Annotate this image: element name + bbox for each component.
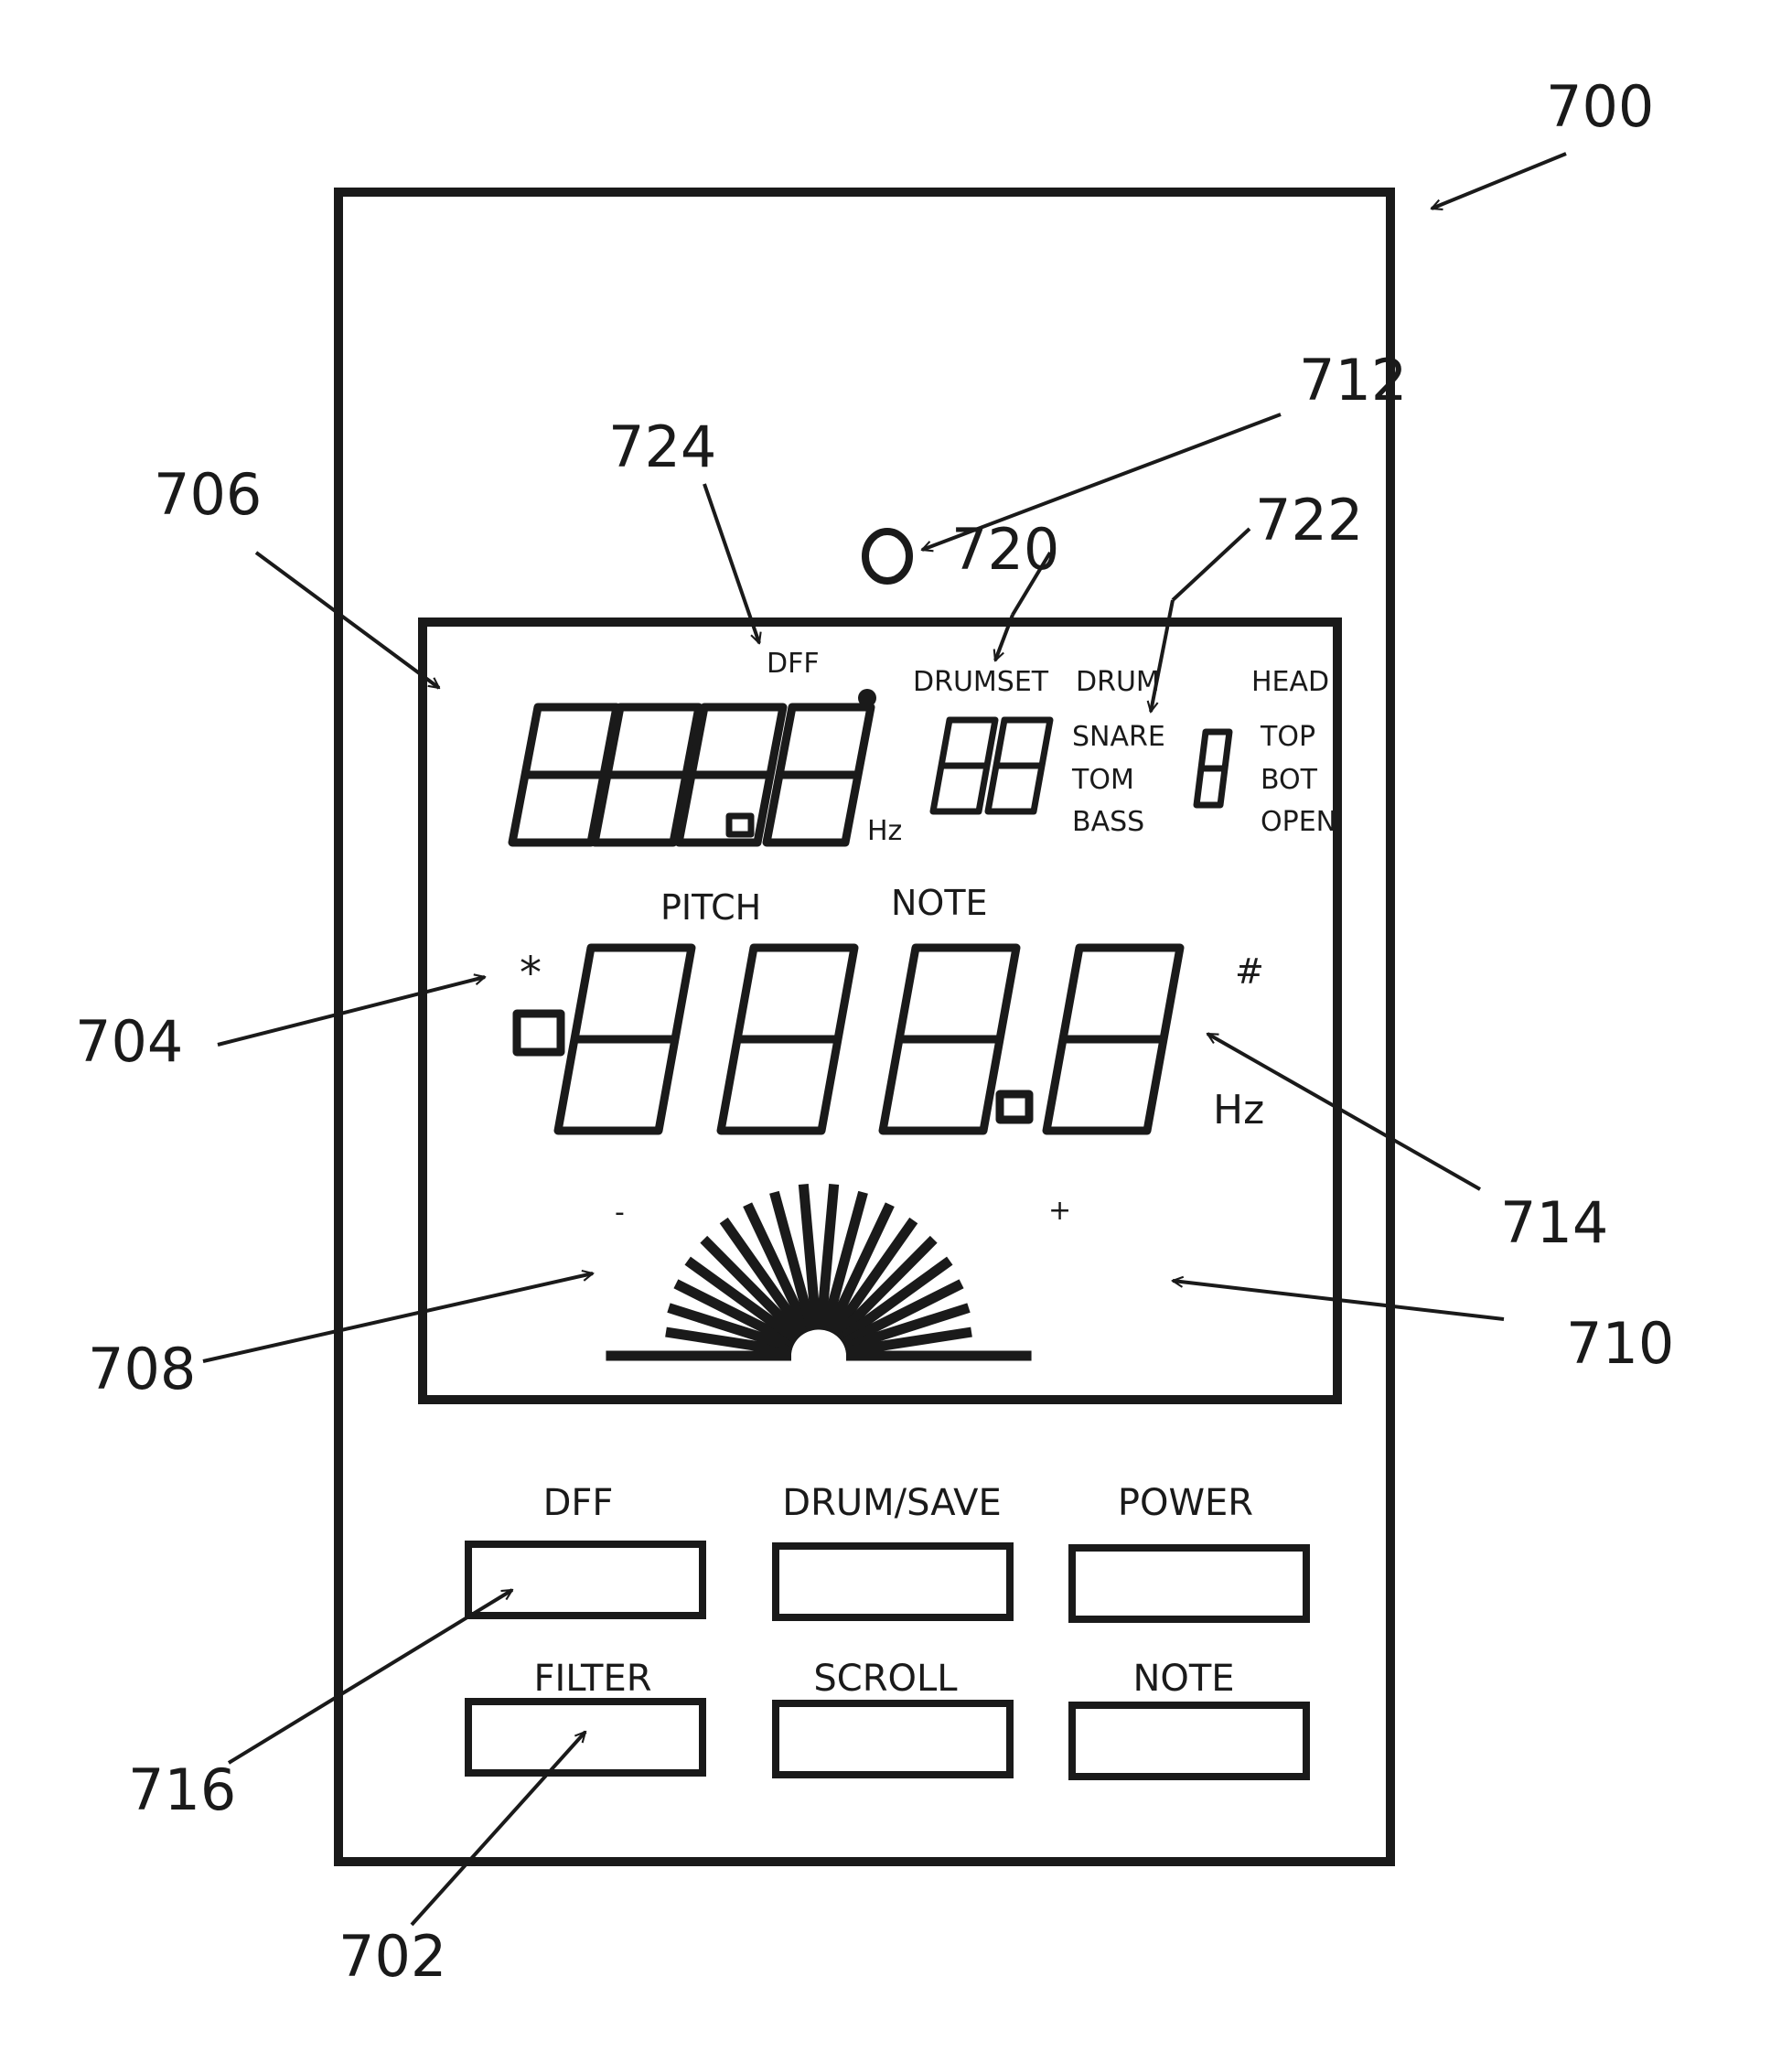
main-decimal-point <box>995 1090 1034 1124</box>
dff-button[interactable] <box>465 1541 706 1619</box>
head-option-top: TOP <box>1260 721 1315 753</box>
ref-700: 700 <box>1546 73 1654 140</box>
note-button-label: NOTE <box>1132 1658 1234 1700</box>
filter-button-label: FILTER <box>533 1658 651 1700</box>
flat-indicator-box <box>512 1009 565 1057</box>
scroll-button-label: SCROLL <box>813 1658 958 1700</box>
meter-pivot <box>800 1341 837 1378</box>
leader-704 <box>217 977 485 1047</box>
upper-hz-label: Hz <box>867 815 902 847</box>
led-indicator-icon <box>862 528 913 585</box>
ref-706: 706 <box>154 461 262 528</box>
ref-704: 704 <box>75 1008 183 1075</box>
head-digit-1 <box>1193 728 1233 809</box>
tuning-meter <box>606 1184 1032 1378</box>
main-hz-label: Hz <box>1213 1087 1264 1133</box>
ref-720: 720 <box>951 516 1059 583</box>
note-button[interactable] <box>1068 1702 1310 1780</box>
ref-710: 710 <box>1566 1310 1674 1377</box>
drumset-label: DRUMSET <box>913 666 1049 698</box>
ref-712: 712 <box>1299 347 1407 413</box>
ref-702: 702 <box>338 1923 446 1990</box>
head-digit <box>1193 728 1233 809</box>
drum-save-button-label: DRUM/SAVE <box>782 1482 1001 1524</box>
leader-708 <box>202 1273 593 1363</box>
drum-option-snare: SNARE <box>1072 721 1165 753</box>
drumset-digits <box>929 716 1054 815</box>
head-option-bot: BOT <box>1261 764 1318 796</box>
drum-option-tom: TOM <box>1071 764 1134 796</box>
dff-dot-indicator <box>858 689 876 707</box>
main-digits <box>553 943 1185 1135</box>
drum-option-bass: BASS <box>1072 806 1144 838</box>
ref-714: 714 <box>1500 1189 1608 1256</box>
power-button[interactable] <box>1068 1544 1310 1623</box>
meter-plus-label: + <box>1048 1195 1071 1227</box>
sharp-indicator: # <box>1235 951 1264 992</box>
filter-button[interactable] <box>465 1698 706 1777</box>
asterisk-indicator: * <box>520 948 542 999</box>
ref-724: 724 <box>608 413 716 480</box>
leader-722 <box>1171 527 1251 602</box>
ref-722: 722 <box>1255 487 1363 553</box>
pitch-label: PITCH <box>660 887 761 928</box>
drumset-digit-2 <box>984 716 1054 815</box>
power-button-label: POWER <box>1118 1482 1253 1524</box>
ref-716: 716 <box>128 1756 236 1823</box>
upper-decimal-point <box>725 812 755 838</box>
upper-frequency-digits <box>508 703 875 847</box>
scroll-button[interactable] <box>772 1700 1014 1778</box>
ref-708: 708 <box>88 1336 196 1402</box>
note-label: NOTE <box>891 883 988 923</box>
main-digit-4 <box>1042 943 1185 1135</box>
leader-722-tip <box>1151 599 1175 712</box>
leader-706 <box>254 551 439 690</box>
head-option-open: OPEN <box>1261 806 1336 838</box>
meter-minus-label: - <box>615 1197 625 1229</box>
drumset-digit-1 <box>929 716 999 815</box>
main-digit-1 <box>553 943 696 1135</box>
dff-indicator-label: DFF <box>767 648 820 680</box>
leader-700 <box>1432 152 1567 209</box>
patent-figure: DFF Hz DRUMSET DRUM SNARE TOM BASS HEAD … <box>75 73 1674 1990</box>
dff-button-label: DFF <box>543 1482 614 1524</box>
drum-save-button[interactable] <box>772 1542 1014 1621</box>
head-label: HEAD <box>1251 666 1329 698</box>
drum-label: DRUM <box>1076 666 1160 698</box>
main-digit-2 <box>716 943 859 1135</box>
